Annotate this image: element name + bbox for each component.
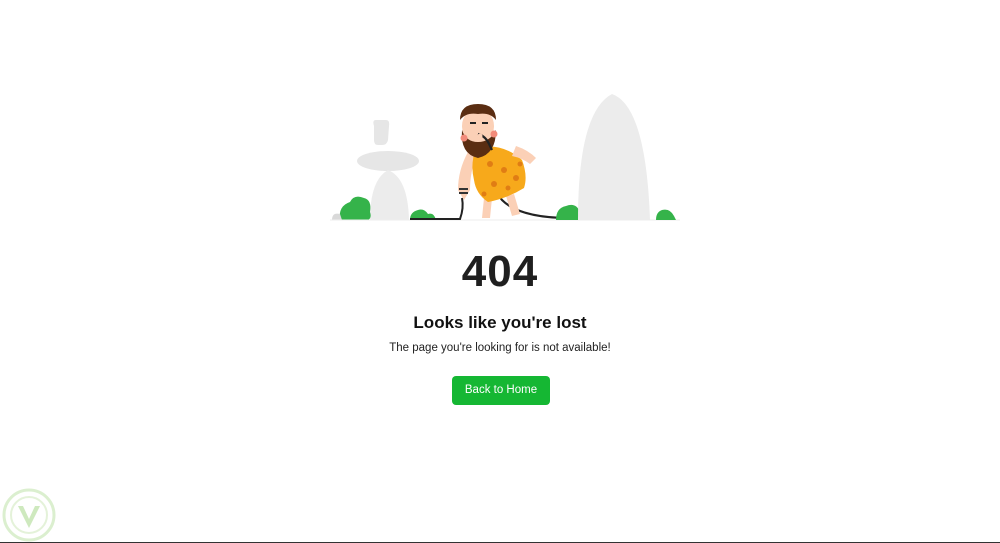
error-code: 404	[461, 247, 539, 296]
watermark-logo-icon	[2, 488, 56, 542]
back-to-home-button[interactable]: Back to Home	[452, 376, 550, 405]
caveman-illustration	[330, 90, 680, 222]
error-title: Looks like you're lost	[413, 313, 587, 332]
caveman-with-cable-icon	[330, 94, 680, 221]
error-page: 404 Looks like you're lost The page you'…	[0, 0, 1000, 543]
error-message: The page you're looking for is not avail…	[389, 342, 611, 354]
